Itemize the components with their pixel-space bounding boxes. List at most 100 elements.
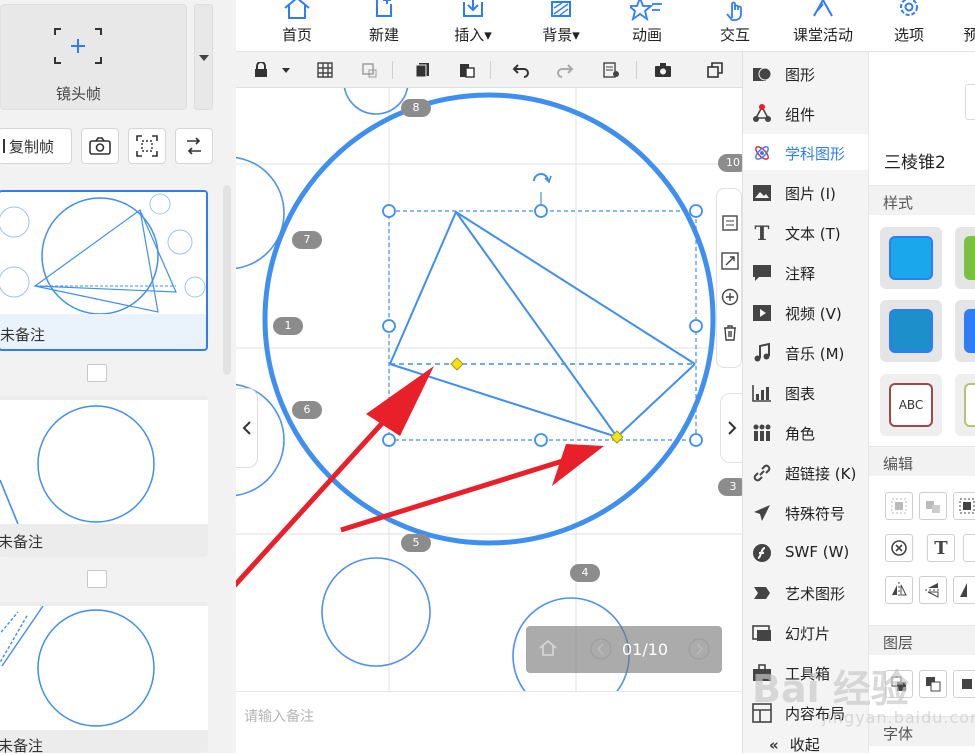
menu-background[interactable]: 背景▾ xyxy=(536,0,586,48)
transition-hourglass-icon[interactable] xyxy=(87,364,107,382)
menu-interaction[interactable]: 交互 xyxy=(714,0,756,48)
home-icon[interactable] xyxy=(538,638,558,658)
menu-home[interactable]: 首页 xyxy=(276,0,318,48)
paste-button[interactable] xyxy=(456,59,478,81)
layer-section-header[interactable]: 图层 xyxy=(869,625,975,655)
edit-flip-vertical-button[interactable] xyxy=(919,576,947,604)
fit-frame-button[interactable] xyxy=(128,128,166,164)
frames-scrollbar[interactable] xyxy=(223,185,231,375)
music-icon xyxy=(751,342,773,364)
frame-thumbnail-2[interactable]: 未备注 xyxy=(0,396,208,557)
delete-button[interactable] xyxy=(720,323,740,343)
path-number-badge[interactable]: 5 xyxy=(401,534,431,552)
edit-distribute-button[interactable] xyxy=(919,492,947,520)
edit-mirror-button[interactable] xyxy=(953,576,975,604)
frame-list-button[interactable] xyxy=(720,213,740,233)
art-shape-icon xyxy=(751,582,773,604)
collapse-right-panel-button[interactable] xyxy=(720,393,742,463)
insert-music[interactable]: 音乐 (M) xyxy=(743,334,869,370)
style-swatch[interactable] xyxy=(955,227,975,289)
chevron-right-icon xyxy=(727,421,736,435)
transition-hourglass-icon[interactable] xyxy=(87,570,107,588)
transition-icon xyxy=(187,137,201,155)
camera-frame-dropdown[interactable] xyxy=(194,4,213,110)
menu-options[interactable]: 选项 xyxy=(888,0,930,48)
previous-page-button[interactable] xyxy=(590,638,612,660)
edit-rotate-button[interactable] xyxy=(885,534,913,562)
notes-input[interactable]: 请输入备注 xyxy=(236,691,742,753)
path-number-badge[interactable]: 10 xyxy=(718,154,742,172)
path-number-badge[interactable]: 3 xyxy=(718,478,742,496)
copy-button[interactable] xyxy=(412,59,434,81)
properties-panel: 三棱锥2 样式 ABC 编辑 T 图层 字体 xyxy=(868,52,975,753)
edit-align-button[interactable] xyxy=(885,492,913,520)
insert-slide[interactable]: 幻灯片 xyxy=(743,614,869,650)
insert-character[interactable]: 角色 xyxy=(743,414,869,450)
shape-icon xyxy=(751,63,773,85)
style-swatch[interactable] xyxy=(880,227,942,289)
slide-pager: 01/10 xyxy=(526,626,722,673)
collapse-left-panel-button[interactable] xyxy=(236,388,258,468)
path-number-badge[interactable]: 8 xyxy=(401,99,431,117)
insert-art-shape[interactable]: 艺术图形 xyxy=(743,574,869,610)
menu-preview[interactable]: 预 xyxy=(956,0,975,48)
path-number-badge[interactable]: 7 xyxy=(292,231,322,249)
main-toolbar: 首页 新建 插入▾ 背景▾ 动画 交互 课堂活动 选项 预 xyxy=(236,0,975,52)
lock-button[interactable] xyxy=(250,59,272,81)
grid-button[interactable] xyxy=(314,59,336,81)
frame-thumbnail-3[interactable]: 未备注 xyxy=(0,602,208,753)
insert-image[interactable]: 图片 (I) xyxy=(743,174,869,210)
path-number-badge[interactable]: 6 xyxy=(292,401,322,419)
edit-more-button[interactable] xyxy=(963,534,975,562)
edit-flip-horizontal-button[interactable] xyxy=(885,576,913,604)
insert-special-symbol[interactable]: 特殊符号 xyxy=(743,494,869,530)
style-swatch[interactable] xyxy=(880,300,942,362)
edit-group-button[interactable] xyxy=(953,492,975,520)
transition-button[interactable] xyxy=(175,128,213,164)
insert-text[interactable]: T 文本 (T) xyxy=(743,214,869,250)
style-swatch[interactable] xyxy=(955,374,975,436)
next-page-button[interactable] xyxy=(688,638,710,660)
insert-subject-shape[interactable]: 学科图形 xyxy=(743,134,869,170)
menu-classroom-activity[interactable]: 课堂活动 xyxy=(788,0,858,48)
style-swatch[interactable]: ABC xyxy=(880,374,942,436)
camera-frame-button[interactable]: 镜头帧 xyxy=(0,4,187,110)
menu-insert[interactable]: 插入▾ xyxy=(448,0,498,48)
insert-shape[interactable]: 图形 xyxy=(743,55,869,91)
slide-canvas[interactable]: 8 7 1 6 5 4 10 3 xyxy=(236,88,742,691)
plane-icon xyxy=(751,502,773,524)
frame-thumbnail-1[interactable]: 未备注 xyxy=(0,190,208,351)
page-settings-icon xyxy=(603,62,619,78)
undo-button[interactable] xyxy=(510,59,532,81)
style-section-header[interactable]: 样式 xyxy=(869,185,975,215)
insert-video[interactable]: 视频 (V) xyxy=(743,294,869,330)
insert-hyperlink[interactable]: 超链接 (K) xyxy=(743,454,869,490)
zoom-in-button[interactable] xyxy=(720,287,740,307)
window-button[interactable] xyxy=(704,59,726,81)
copy-frame-button[interactable]: 复制帧 xyxy=(0,128,72,164)
mirror-icon xyxy=(960,583,967,597)
insert-comment[interactable]: 注释 xyxy=(743,254,869,290)
insert-chart[interactable]: 图表 xyxy=(743,374,869,410)
style-swatch[interactable] xyxy=(955,300,975,362)
page-settings-button[interactable] xyxy=(600,59,622,81)
insert-swf[interactable]: SWF (W) xyxy=(743,534,869,570)
fullscreen-button[interactable] xyxy=(720,251,740,271)
insert-component[interactable]: 组件 xyxy=(743,95,869,131)
screenshot-button[interactable] xyxy=(652,59,674,81)
menu-new[interactable]: 新建 xyxy=(363,0,405,48)
redo-button[interactable] xyxy=(554,59,576,81)
path-number-badge[interactable]: 1 xyxy=(273,317,303,335)
lock-dropdown[interactable] xyxy=(280,59,292,81)
menu-animation[interactable]: 动画 xyxy=(626,0,668,48)
snapshot-button[interactable] xyxy=(81,128,119,164)
property-input[interactable] xyxy=(965,84,975,120)
edit-section-header[interactable]: 编辑 xyxy=(869,446,975,476)
toolbar-divider xyxy=(490,61,491,79)
edit-text-button[interactable]: T xyxy=(927,534,955,562)
frames-panel: 镜头帧 复制帧 未备注 未备注 未备注 xyxy=(0,0,236,753)
object-name[interactable]: 三棱锥2 xyxy=(884,148,946,173)
format-painter-button[interactable] xyxy=(358,59,380,81)
path-number-badge[interactable]: 4 xyxy=(570,564,600,582)
image-icon xyxy=(751,182,773,204)
